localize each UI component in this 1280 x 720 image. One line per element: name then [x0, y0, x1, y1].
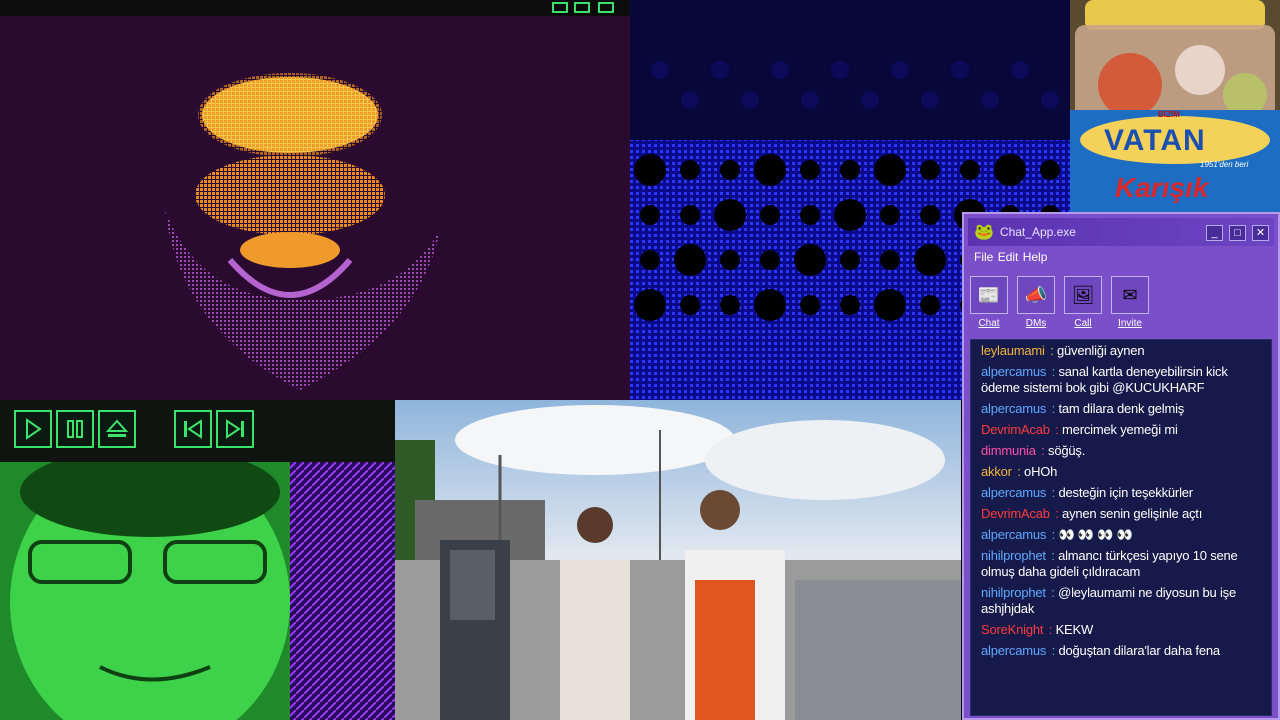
chat-username[interactable]: dimmunia	[981, 443, 1036, 458]
previous-icon	[184, 419, 202, 439]
invite-icon: ✉	[1122, 284, 1138, 305]
street-photo-image	[395, 400, 961, 720]
chat-separator: :	[1048, 364, 1059, 379]
chat-message: dimmunia : söğüş.	[981, 443, 1267, 459]
chat-message: DevrimAcab : mercimek yemeği mi	[981, 422, 1267, 438]
toolbar-call-label: Call	[1074, 318, 1092, 329]
chat-message: akkor : oHOh	[981, 464, 1267, 480]
chat-separator: :	[1048, 643, 1059, 658]
chat-message: SoreKnight : KEKW	[981, 622, 1267, 638]
menu-bar: File Edit Help	[974, 250, 1048, 264]
chat-message: alpercamus : sanal kartla deneyebilirsin…	[981, 364, 1267, 396]
green-portrait-image	[0, 462, 395, 720]
chat-titlebar[interactable]: 🐸 Chat_App.exe _ □ ✕	[968, 218, 1274, 246]
chat-text: söğüş.	[1048, 443, 1086, 458]
chat-separator: :	[1037, 443, 1049, 458]
close-button[interactable]: ✕	[1252, 225, 1269, 241]
chat-username[interactable]: nihilprophet	[981, 585, 1046, 600]
chat-username[interactable]: alpercamus	[981, 527, 1046, 542]
chat-message: alpercamus : desteğin için teşekkürler	[981, 485, 1267, 501]
chat-separator: :	[1013, 464, 1025, 479]
chat-message: alpercamus : doğuştan dilara'lar daha fe…	[981, 643, 1267, 659]
chat-separator: :	[1046, 343, 1057, 358]
toolbar-chat-button[interactable]: 📰 Chat	[967, 276, 1011, 329]
chat-message: alpercamus : tam dilara denk gelmiş	[981, 401, 1267, 417]
chat-text: desteğin için teşekkürler	[1058, 485, 1193, 500]
pause-button[interactable]	[56, 410, 94, 448]
maximize-button[interactable]: □	[1229, 225, 1246, 241]
chat-separator: :	[1047, 548, 1059, 563]
chat-username[interactable]: alpercamus	[981, 401, 1046, 416]
chat-text: doğuştan dilara'lar daha fena	[1058, 643, 1220, 658]
chat-username[interactable]: alpercamus	[981, 364, 1046, 379]
toolbar-invite-label: Invite	[1118, 318, 1142, 329]
play-icon	[26, 418, 42, 440]
chat-icon: 📰	[977, 284, 1001, 305]
chat-message: alpercamus : 👀 👀 👀 👀	[981, 527, 1267, 543]
megaphone-icon: 📣	[1024, 284, 1048, 305]
chat-username[interactable]: alpercamus	[981, 485, 1046, 500]
call-icon: 🖼	[1071, 284, 1095, 305]
chat-username[interactable]: alpercamus	[981, 643, 1046, 658]
toolbar-dms-button[interactable]: 📣 DMs	[1014, 276, 1058, 329]
chat-message-log[interactable]: leylaumami : güvenliği aynen alpercamus :…	[970, 339, 1272, 716]
menu-help[interactable]: Help	[1023, 250, 1048, 264]
pickle-jar-photo: BİZİM VATAN 1951'den beri Karışık	[1070, 0, 1280, 215]
toolbar-invite-button[interactable]: ✉ Invite	[1108, 276, 1152, 329]
chat-username[interactable]: leylaumami	[981, 343, 1045, 358]
chat-text: KEKW	[1055, 622, 1094, 637]
dithered-portrait-image	[0, 16, 630, 400]
chat-username[interactable]: DevrimAcab	[981, 506, 1050, 521]
next-icon	[226, 419, 244, 439]
pause-icon	[67, 420, 83, 438]
next-button[interactable]	[216, 410, 254, 448]
minimize-button[interactable]: _	[1206, 225, 1223, 241]
previous-button[interactable]	[174, 410, 212, 448]
chat-text: 👀 👀 👀 👀	[1058, 527, 1133, 542]
toolbar-call-button[interactable]: 🖼 Call	[1061, 276, 1105, 329]
chat-separator: :	[1048, 527, 1059, 542]
chat-separator: :	[1048, 401, 1059, 416]
chat-message: leylaumami : güvenliği aynen	[981, 343, 1267, 359]
green-portrait-panel	[0, 462, 395, 720]
chat-separator: :	[1048, 485, 1059, 500]
chat-text: tam dilara denk gelmiş	[1058, 401, 1185, 416]
toolbar-dms-label: DMs	[1025, 318, 1047, 329]
chat-window-title: Chat_App.exe	[999, 225, 1076, 239]
chat-app-icon: 🐸	[974, 224, 994, 241]
chat-message: nihilprophet : almancı türkçesi yapıyo 1…	[981, 548, 1267, 580]
chat-text: aynen senin gelişinle açtı	[1062, 506, 1203, 521]
chat-username[interactable]: nihilprophet	[981, 548, 1046, 563]
eject-button[interactable]	[98, 410, 136, 448]
chat-separator: :	[1051, 506, 1063, 521]
menu-edit[interactable]: Edit	[998, 250, 1019, 264]
chat-separator: :	[1051, 422, 1063, 437]
chat-username[interactable]: SoreKnight	[981, 622, 1044, 637]
street-photo-panel	[395, 400, 961, 720]
chat-app-window: 🐸 Chat_App.exe _ □ ✕ File Edit Help 📰 Ch…	[962, 212, 1280, 720]
jar-brand: VATAN	[1104, 124, 1206, 157]
chat-message: nihilprophet : @leylaumami ne diyosun bu…	[981, 585, 1267, 617]
chat-separator: :	[1047, 585, 1059, 600]
chat-text: güvenliği aynen	[1057, 343, 1145, 358]
chat-text: mercimek yemeği mi	[1062, 422, 1178, 437]
jar-brand-small: BİZİM	[1158, 110, 1180, 119]
play-button[interactable]	[14, 410, 52, 448]
menu-file[interactable]: File	[974, 250, 993, 264]
media-controls	[0, 400, 395, 462]
jar-variant: Karışık	[1115, 172, 1209, 203]
chat-message: DevrimAcab : aynen senin gelişinle açtı	[981, 506, 1267, 522]
toolbar-chat-label: Chat	[978, 318, 1000, 329]
chat-username[interactable]: akkor	[981, 464, 1012, 479]
chat-separator: :	[1045, 622, 1056, 637]
chat-text: oHOh	[1024, 464, 1058, 479]
dithered-portrait-panel	[0, 0, 630, 400]
chat-username[interactable]: DevrimAcab	[981, 422, 1050, 437]
eject-icon	[106, 419, 128, 437]
jar-since: 1951'den beri	[1200, 160, 1249, 169]
